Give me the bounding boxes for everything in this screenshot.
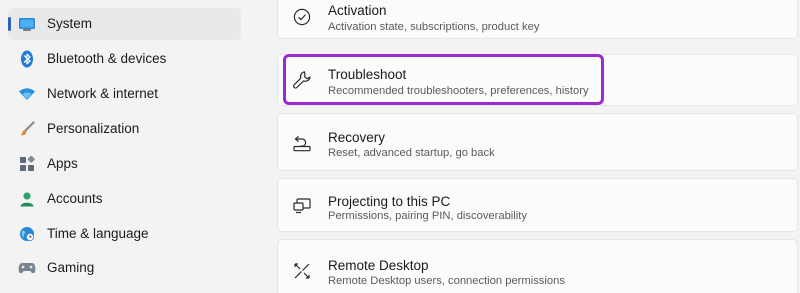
remote-desktop-icon	[291, 260, 313, 282]
sidebar-item-network[interactable]: Network & internet	[8, 78, 241, 110]
card-subtitle: Permissions, pairing PIN, discoverabilit…	[328, 210, 527, 222]
card-subtitle: Reset, advanced startup, go back	[328, 147, 495, 159]
check-circle-icon	[291, 6, 313, 28]
sidebar-nav: System Bluetooth & devices Network & int…	[0, 0, 250, 293]
sidebar-item-label: Gaming	[47, 260, 95, 275]
card-title: Recovery	[328, 130, 386, 145]
remote-desktop-card[interactable]: Remote Desktop Remote Desktop users, con…	[277, 239, 798, 293]
activation-card[interactable]: Activation Activation state, subscriptio…	[277, 0, 798, 39]
paintbrush-icon	[18, 120, 36, 138]
sidebar-item-label: System	[47, 16, 93, 31]
recovery-card[interactable]: Recovery Reset, advanced startup, go bac…	[277, 113, 798, 171]
sidebar-item-label: Personalization	[47, 121, 140, 136]
sidebar-item-gaming[interactable]: Gaming	[8, 252, 241, 284]
card-title: Remote Desktop	[328, 258, 429, 273]
projecting-card[interactable]: Projecting to this PC Permissions, pairi…	[277, 178, 798, 232]
card-title: Activation	[328, 3, 387, 18]
gamepad-icon	[18, 259, 36, 277]
monitor-icon	[18, 15, 36, 33]
card-subtitle: Remote Desktop users, connection permiss…	[328, 275, 565, 287]
sidebar-item-label: Accounts	[47, 191, 103, 206]
globe-clock-icon	[18, 225, 36, 243]
selection-indicator	[8, 17, 11, 31]
troubleshoot-card[interactable]: Troubleshoot Recommended troubleshooters…	[277, 54, 798, 106]
recovery-icon	[291, 132, 313, 154]
wrench-icon	[291, 69, 313, 91]
sidebar-item-time-language[interactable]: Time & language	[8, 218, 241, 250]
projecting-icon	[291, 195, 313, 217]
apps-icon	[18, 155, 36, 173]
person-icon	[18, 190, 36, 208]
sidebar-item-label: Apps	[47, 156, 78, 171]
sidebar-item-personalization[interactable]: Personalization	[8, 113, 241, 145]
sidebar-item-label: Time & language	[47, 226, 149, 241]
settings-window: System Bluetooth & devices Network & int…	[0, 0, 800, 293]
card-subtitle: Activation state, subscriptions, product…	[328, 21, 540, 33]
card-title: Troubleshoot	[328, 67, 407, 82]
bluetooth-icon	[18, 50, 36, 68]
card-subtitle: Recommended troubleshooters, preferences…	[328, 85, 589, 97]
sidebar-item-accounts[interactable]: Accounts	[8, 183, 241, 215]
sidebar-item-apps[interactable]: Apps	[8, 148, 241, 180]
sidebar-item-label: Bluetooth & devices	[47, 51, 167, 66]
wifi-icon	[18, 85, 36, 103]
sidebar-item-system[interactable]: System	[8, 8, 241, 40]
card-title: Projecting to this PC	[328, 194, 451, 209]
sidebar-item-label: Network & internet	[47, 86, 159, 101]
sidebar-item-bluetooth[interactable]: Bluetooth & devices	[8, 43, 241, 75]
